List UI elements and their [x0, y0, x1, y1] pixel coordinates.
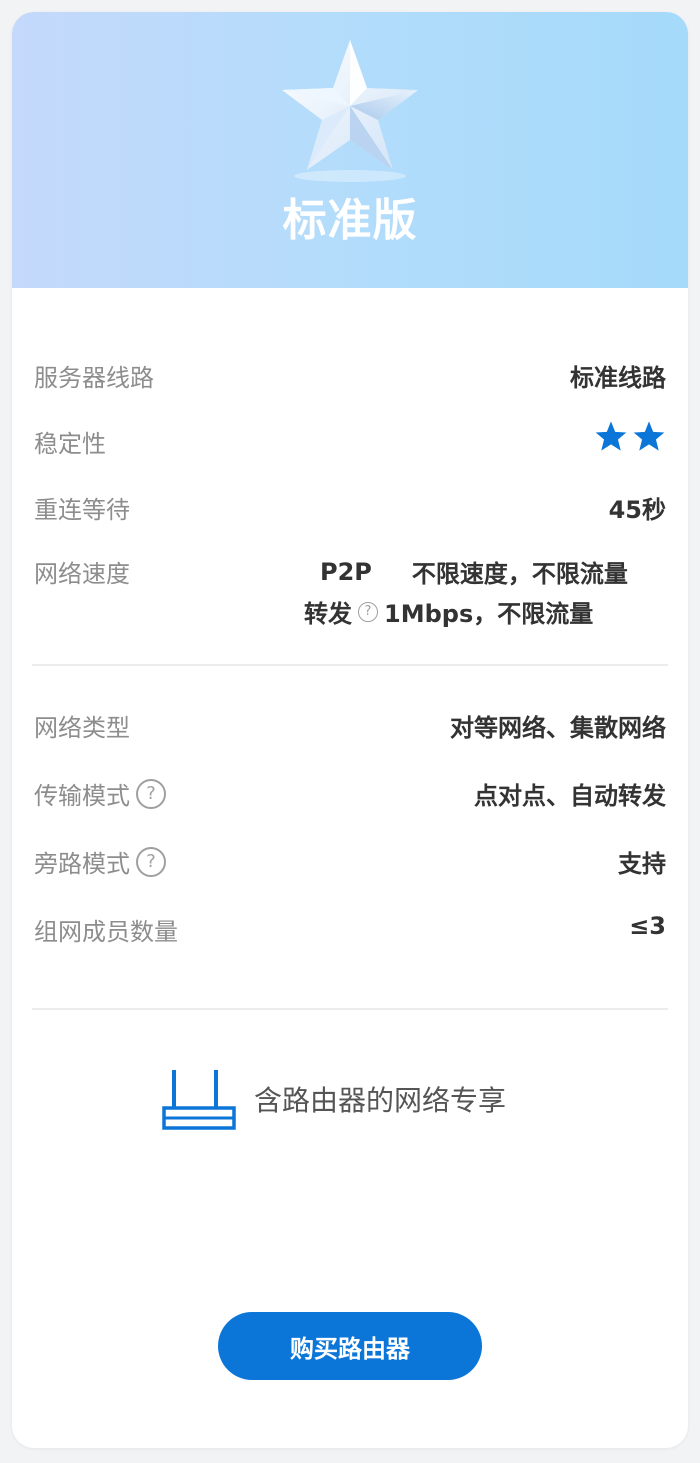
spec-value: 支持 — [618, 850, 666, 878]
spec-row-reconnect: 重连等待 45秒 — [34, 484, 666, 524]
spec-label-text: 旁路模式 — [34, 850, 130, 878]
spec-row-members: 组网成员数量 ≤3 — [34, 906, 666, 946]
speed-relay-line: 转发 ? 1Mbps，不限流量 — [304, 594, 593, 629]
spec-row-speed: 网络速度 P2P 不限速度，不限流量 转发 ? 1Mbps，不限流量 — [34, 548, 666, 638]
help-icon[interactable]: ? — [136, 846, 166, 877]
buy-router-button[interactable]: 购买路由器 — [218, 1312, 482, 1380]
speed-p2p-name: P2P — [320, 557, 372, 586]
spec-value: 45秒 — [608, 496, 666, 524]
spec-value: 对等网络、集散网络 — [450, 714, 666, 742]
spec-label: 旁路模式 ? — [34, 844, 166, 879]
plan-card: 标准版 服务器线路 标准线路 稳定性 重连等待 45秒 网络速度 P2P 不限速… — [12, 12, 688, 1448]
spec-row-bypass-mode: 旁路模式 ? 支持 — [34, 838, 666, 878]
router-note: 含路由器的网络专享 — [160, 1064, 506, 1134]
star-icon — [633, 421, 665, 451]
spec-row-transfer-mode: 传输模式 ? 点对点、自动转发 — [34, 770, 666, 810]
speed-relay-name: 转发 — [304, 600, 352, 628]
spec-label: 网络速度 — [34, 560, 130, 588]
help-icon[interactable]: ? — [136, 778, 166, 809]
divider — [32, 1008, 668, 1010]
speed-p2p-line: P2P 不限速度，不限流量 — [320, 554, 628, 589]
router-note-text: 含路由器的网络专享 — [254, 1084, 507, 1117]
spec-row-server-line: 服务器线路 标准线路 — [34, 352, 666, 392]
help-icon[interactable]: ? — [358, 601, 378, 622]
divider — [32, 664, 668, 666]
spec-label: 传输模式 ? — [34, 776, 166, 811]
router-icon — [162, 1070, 236, 1130]
spec-value: ≤3 — [629, 912, 666, 940]
spec-label: 重连等待 — [34, 496, 130, 524]
spec-label-text: 传输模式 — [34, 782, 130, 810]
plan-header: 标准版 — [12, 12, 688, 288]
speed-relay-value: 1Mbps，不限流量 — [384, 600, 594, 628]
speed-p2p-value: 不限速度，不限流量 — [411, 560, 628, 588]
spec-label: 网络类型 — [34, 714, 130, 742]
star-icon — [595, 421, 627, 451]
spec-value: 标准线路 — [570, 364, 666, 392]
star-icon — [282, 40, 418, 182]
spec-label: 稳定性 — [34, 430, 106, 458]
spec-label: 组网成员数量 — [34, 918, 178, 946]
spec-value: 点对点、自动转发 — [474, 782, 666, 810]
spec-row-network-type: 网络类型 对等网络、集散网络 — [34, 702, 666, 742]
stability-rating — [594, 420, 666, 452]
spec-row-stability: 稳定性 — [34, 418, 666, 458]
spec-label: 服务器线路 — [34, 364, 154, 392]
plan-title: 标准版 — [282, 195, 418, 246]
